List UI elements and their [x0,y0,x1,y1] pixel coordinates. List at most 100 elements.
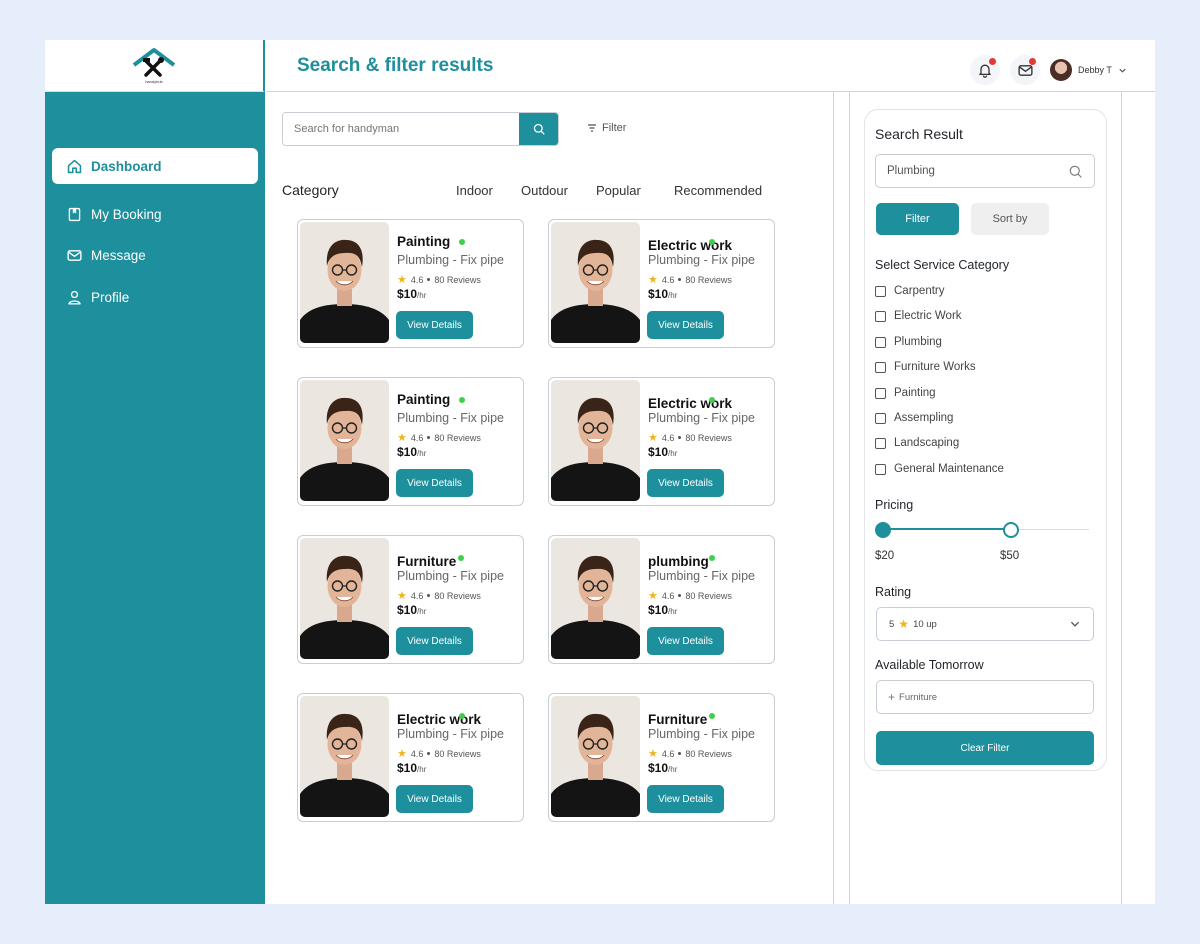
filter-tab-button[interactable]: Filter [876,203,959,235]
handyman-card[interactable]: Electric work Plumbing - Fix pipe ★ 4.6 … [297,693,524,822]
checkbox[interactable] [875,387,886,399]
sidebar-item-label: Message [91,247,146,263]
service-checkbox-row[interactable]: Plumbing [875,336,942,348]
rating-selected: 5 ★ 10 up [889,617,937,631]
handyman-category: plumbing [648,554,709,569]
separator-dot [427,278,431,281]
view-details-button[interactable]: View Details [647,469,724,497]
price-unit: /hr [417,449,427,458]
rating-value: 4.6 [661,432,675,443]
handyman-card[interactable]: Furniture Plumbing - Fix pipe ★ 4.6 80 R… [297,535,524,664]
handyman-service: Plumbing - Fix pipe [648,253,755,267]
checkbox[interactable] [875,437,886,449]
price-value: $10 [648,287,669,301]
user-menu[interactable]: Debby T [1050,59,1127,81]
handyman-card[interactable]: plumbing Plumbing - Fix pipe ★ 4.6 80 Re… [548,535,775,664]
service-label: Electric Work [894,310,962,322]
handyman-card[interactable]: Electric work Plumbing - Fix pipe ★ 4.6 … [548,219,775,348]
price-unit: /hr [668,765,678,774]
handyman-service: Plumbing - Fix pipe [397,253,504,267]
rating-heading: Rating [875,585,912,599]
service-checkbox-row[interactable]: Electric Work [875,310,962,322]
handyman-card[interactable]: Painting Plumbing - Fix pipe ★ 4.6 80 Re… [297,219,524,348]
online-status-dot [458,555,464,561]
price: $10/hr [648,287,677,301]
service-label: Carpentry [894,285,945,297]
star-icon: ★ [898,617,910,631]
tab-outdour[interactable]: Outdour [521,183,568,198]
handyman-card[interactable]: Furniture Plumbing - Fix pipe ★ 4.6 80 R… [548,693,775,822]
service-category-heading: Select Service Category [875,258,1010,272]
checkbox[interactable] [875,310,886,322]
review-count: 80 Reviews [434,274,481,285]
view-details-button[interactable]: View Details [647,311,724,339]
notification-badge [989,58,996,65]
checkbox[interactable] [875,412,886,424]
search-input[interactable] [283,113,519,145]
logo-area: handyhub [45,40,265,92]
result-search-field[interactable]: Plumbing [875,154,1095,188]
view-details-button[interactable]: View Details [647,627,724,655]
rating-value: 4.6 [410,274,424,285]
tab-indoor[interactable]: Indoor [456,183,493,198]
tab-recommended[interactable]: Recommended [674,183,762,198]
checkbox[interactable] [875,285,886,297]
separator-dot [678,436,682,439]
handyman-card[interactable]: Electric work Plumbing - Fix pipe ★ 4.6 … [548,377,775,506]
service-checkbox-row[interactable]: Furniture Works [875,361,976,373]
handyman-card[interactable]: Painting Plumbing - Fix pipe ★ 4.6 80 Re… [297,377,524,506]
online-status-dot [709,397,715,403]
rating-row: ★ 4.6 80 Reviews [648,431,732,444]
star-icon: ★ [397,432,407,444]
clear-filter-button[interactable]: Clear Filter [876,731,1094,765]
view-details-button[interactable]: View Details [396,469,473,497]
service-checkbox-row[interactable]: Assempling [875,412,953,424]
handyman-photo [300,538,389,659]
service-checkbox-row[interactable]: Carpentry [875,285,945,297]
notifications-button[interactable] [970,55,1000,85]
rating-value: 4.6 [661,274,675,285]
sidebar-item-message[interactable]: Message [52,237,258,273]
page-title: Search & filter results [297,55,494,76]
view-details-button[interactable]: View Details [396,311,473,339]
sidebar-item-dashboard[interactable]: Dashboard [52,148,258,184]
available-tomorrow-field[interactable]: + Furniture [876,680,1094,714]
checkbox[interactable] [875,361,886,373]
slider-min-handle[interactable] [875,522,891,538]
rating-row: ★ 4.6 80 Reviews [397,589,481,602]
checkbox[interactable] [875,463,886,475]
price-value: $10 [648,445,669,459]
slider-max-handle[interactable] [1002,522,1019,538]
search-button[interactable] [519,113,558,145]
handyman-photo-frame [300,538,389,659]
handyman-service: Plumbing - Fix pipe [648,727,755,741]
rating-select[interactable]: 5 ★ 10 up [876,607,1094,641]
service-checkbox-row[interactable]: Painting [875,387,936,399]
filter-button[interactable]: Filter [587,122,626,134]
separator-dot [427,594,431,597]
rating-row: ★ 4.6 80 Reviews [397,431,481,444]
service-checkbox-row[interactable]: General Maintenance [875,463,1004,475]
view-details-button[interactable]: View Details [396,785,473,813]
checkbox[interactable] [875,336,886,348]
star-icon: ★ [648,432,658,444]
rating-value: 10 up [913,618,937,630]
view-details-button[interactable]: View Details [647,785,724,813]
handyman-photo [551,380,640,501]
view-details-button[interactable]: View Details [396,627,473,655]
messages-button[interactable] [1010,55,1040,85]
handyman-photo-frame [300,222,389,343]
rating-row: ★ 4.6 80 Reviews [648,273,732,286]
user-name: Debby T [1078,65,1112,75]
price-range-slider[interactable] [875,522,1089,538]
sidebar-item-my-booking[interactable]: My Booking [52,196,258,232]
service-checkbox-row[interactable]: Landscaping [875,437,959,449]
tab-popular[interactable]: Popular [596,183,641,198]
price-unit: /hr [668,291,678,300]
sidebar-item-label: Dashboard [91,158,162,174]
app-window: handyhub Dashboard My Booking Message Pr… [45,40,1155,904]
review-count: 80 Reviews [434,432,481,443]
sidebar-item-profile[interactable]: Profile [52,279,258,315]
price-value: $10 [397,445,418,459]
sort-by-button[interactable]: Sort by [971,203,1049,235]
